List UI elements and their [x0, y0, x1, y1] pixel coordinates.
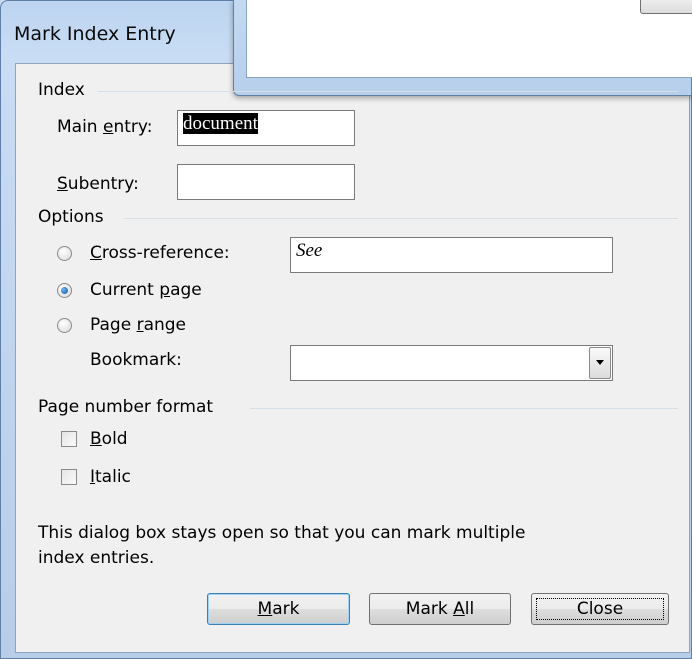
cross-reference-radio[interactable]	[57, 246, 72, 261]
cross-reference-input[interactable]: See	[290, 237, 613, 273]
mark-button[interactable]: Mark	[207, 593, 350, 625]
options-divider	[124, 218, 678, 219]
page-number-format-divider	[250, 408, 678, 409]
background-window-button	[640, 0, 692, 14]
bold-checkbox[interactable]	[61, 431, 77, 447]
page-number-format-heading: Page number format	[38, 397, 214, 417]
info-text-line2: index entries.	[38, 548, 155, 568]
index-divider	[98, 91, 678, 92]
italic-checkbox[interactable]	[61, 469, 77, 485]
subentry-input[interactable]	[177, 164, 355, 200]
chevron-down-icon[interactable]	[589, 347, 611, 379]
close-button[interactable]: Close	[531, 593, 669, 625]
main-entry-label: Main entry:	[57, 117, 153, 137]
main-entry-input[interactable]: document	[177, 110, 355, 146]
cross-reference-label[interactable]: Cross-reference:	[90, 243, 230, 263]
italic-label[interactable]: Italic	[90, 467, 131, 487]
info-text-line1: This dialog box stays open so that you c…	[38, 523, 526, 543]
page-range-label[interactable]: Page range	[90, 315, 186, 335]
options-heading: Options	[38, 207, 104, 227]
index-heading: Index	[38, 80, 85, 100]
focus-ring	[536, 598, 664, 620]
page-range-radio[interactable]	[57, 318, 72, 333]
main-entry-value: document	[183, 113, 258, 134]
background-window-content	[246, 0, 692, 78]
background-window	[233, 0, 692, 96]
dialog-title: Mark Index Entry	[14, 23, 176, 45]
bold-label[interactable]: Bold	[90, 429, 128, 449]
bookmark-label: Bookmark:	[90, 350, 182, 370]
mark-all-button[interactable]: Mark All	[369, 593, 511, 625]
current-page-radio[interactable]	[57, 283, 72, 298]
bookmark-dropdown[interactable]	[290, 345, 613, 381]
current-page-label[interactable]: Current page	[90, 280, 202, 300]
subentry-label: Subentry:	[57, 174, 139, 194]
